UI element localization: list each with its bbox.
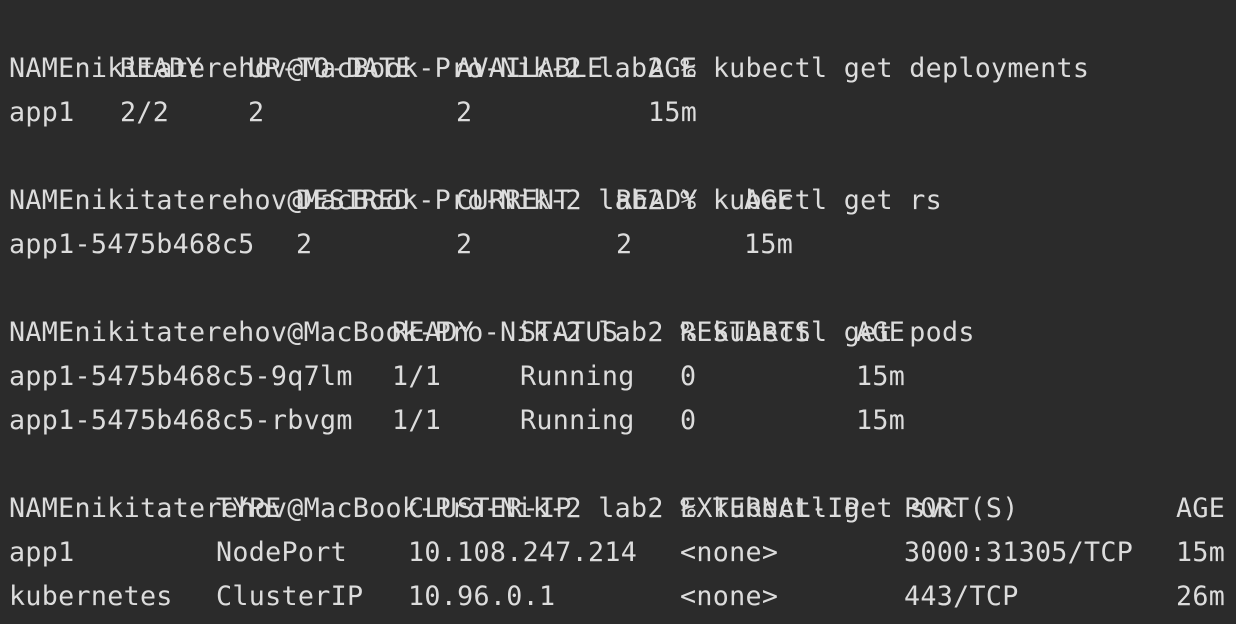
terminal-output[interactable]: nikitaterehov@MacBook-Pro-Nik-2 lab2 % k… xyxy=(0,0,1236,624)
table-cell: app1 xyxy=(9,97,75,128)
table-cell: 15m xyxy=(1176,537,1226,568)
table-row: app1 2/2 2 2 15m xyxy=(9,91,697,135)
table-cell: 0 xyxy=(680,405,697,436)
header-cell: CLUSTER-IP xyxy=(408,493,572,524)
command-line: nikitaterehov@MacBook-Pro-Nik-2 lab2 % k… xyxy=(9,3,1089,84)
header-cell: AGE xyxy=(648,53,698,84)
header-cell: TYPE xyxy=(216,493,282,524)
header-cell: NAME xyxy=(9,493,75,524)
table-row: kubernetes ClusterIP 10.96.0.1 <none> 44… xyxy=(9,575,1225,619)
table-header: NAME READY STATUS RESTARTS AGE xyxy=(9,311,905,355)
table-cell: 2 xyxy=(248,97,265,128)
table-header: NAME DESIRED CURRENT READY AGE xyxy=(9,179,793,223)
table-cell: 2 xyxy=(456,229,473,260)
header-cell: READY xyxy=(120,53,202,84)
header-cell: READY xyxy=(392,317,474,348)
header-cell: STATUS xyxy=(520,317,619,348)
header-cell: NAME xyxy=(9,53,75,84)
table-cell: 1/1 xyxy=(392,405,442,436)
table-cell: 15m xyxy=(648,97,698,128)
header-cell: READY xyxy=(616,185,698,216)
table-row: app1-5475b468c5-9q7lm 1/1 Running 0 15m xyxy=(9,355,905,399)
table-cell: kubernetes xyxy=(9,581,173,612)
command-line: nikitaterehov@MacBook-Pro-Nik-2 lab2 % k… xyxy=(9,267,975,348)
table-cell: 2/2 xyxy=(120,97,170,128)
command-line: nikitaterehov@MacBook-Pro-Nik-2 lab2 % k… xyxy=(9,443,958,524)
table-cell: 2 xyxy=(456,97,473,128)
table-cell: Running xyxy=(520,405,635,436)
table-header: NAME READY UP-TO-DATE AVAILABLE AGE xyxy=(9,47,697,91)
table-row: app1-5475b468c5 2 2 2 15m xyxy=(9,223,793,267)
table-cell: 3000:31305/TCP xyxy=(904,537,1134,568)
header-cell: NAME xyxy=(9,185,75,216)
header-cell: AVAILABLE xyxy=(456,53,604,84)
table-header: NAME TYPE CLUSTER-IP EXTERNAL-IP PORT(S)… xyxy=(9,487,1225,531)
table-cell: Running xyxy=(520,361,635,392)
header-cell: AGE xyxy=(1176,493,1226,524)
prompt: nikitaterehov@MacBook-Pro-Nik-2 lab2 % xyxy=(74,493,713,524)
table-cell: 2 xyxy=(296,229,313,260)
header-cell: AGE xyxy=(856,317,906,348)
header-cell: NAME xyxy=(9,317,75,348)
table-cell: NodePort xyxy=(216,537,347,568)
table-cell: app1-5475b468c5 xyxy=(9,229,255,260)
header-cell: DESIRED xyxy=(296,185,411,216)
table-cell: 15m xyxy=(744,229,794,260)
command-line: nikitaterehov@MacBook-Pro-Nik-2 lab2 % k… xyxy=(9,135,942,216)
header-cell: AGE xyxy=(744,185,794,216)
table-cell: 15m xyxy=(856,405,906,436)
header-cell: CURRENT xyxy=(456,185,571,216)
header-cell: UP-TO-DATE xyxy=(248,53,412,84)
table-cell: app1 xyxy=(9,537,75,568)
table-cell: 2 xyxy=(616,229,633,260)
table-cell: <none> xyxy=(680,537,779,568)
table-cell: 26m xyxy=(1176,581,1226,612)
table-row: app1-5475b468c5-rbvgm 1/1 Running 0 15m xyxy=(9,399,905,443)
table-cell: app1-5475b468c5-rbvgm xyxy=(9,405,353,436)
table-cell: 0 xyxy=(680,361,697,392)
header-cell: EXTERNAL-IP xyxy=(680,493,861,524)
header-cell: RESTARTS xyxy=(680,317,811,348)
table-cell: app1-5475b468c5-9q7lm xyxy=(9,361,353,392)
table-cell: ClusterIP xyxy=(216,581,364,612)
table-cell: 15m xyxy=(856,361,906,392)
table-row: app1 NodePort 10.108.247.214 <none> 3000… xyxy=(9,531,1225,575)
table-cell: 443/TCP xyxy=(904,581,1019,612)
header-cell: PORT(S) xyxy=(904,493,1019,524)
table-cell: 1/1 xyxy=(392,361,442,392)
command-text: kubectl get deployments xyxy=(712,53,1090,84)
table-cell: 10.96.0.1 xyxy=(408,581,556,612)
table-cell: <none> xyxy=(680,581,779,612)
table-cell: 10.108.247.214 xyxy=(408,537,638,568)
